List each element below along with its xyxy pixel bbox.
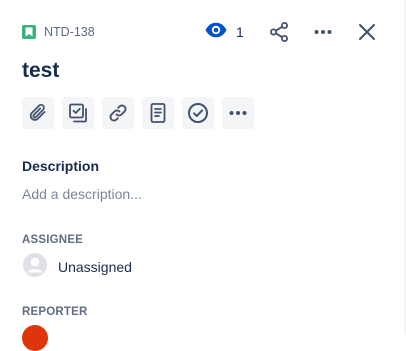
close-icon bbox=[359, 24, 375, 40]
more-horizontal-icon bbox=[229, 111, 247, 115]
more-apps-button[interactable] bbox=[222, 97, 254, 129]
assignee-field[interactable]: Unassigned bbox=[22, 252, 132, 283]
default-avatar-icon bbox=[23, 252, 47, 277]
story-icon bbox=[22, 25, 36, 39]
check-circle-icon bbox=[188, 103, 208, 123]
description-field[interactable]: Add a description... bbox=[22, 186, 222, 206]
attach-button[interactable] bbox=[22, 97, 54, 129]
issue-title[interactable]: test bbox=[22, 59, 59, 83]
avatar bbox=[22, 252, 48, 283]
share-button[interactable] bbox=[267, 20, 291, 44]
description-heading: Description bbox=[22, 158, 100, 174]
watch-count: 1 bbox=[236, 24, 244, 40]
document-icon bbox=[150, 103, 166, 123]
assignee-label: ASSIGNEE bbox=[22, 234, 84, 246]
issue-header: NTD-138 1 bbox=[22, 18, 406, 46]
link-issue-button[interactable] bbox=[102, 97, 134, 129]
subtask-icon bbox=[69, 103, 87, 123]
more-actions-button[interactable] bbox=[311, 20, 335, 44]
child-issue-button[interactable] bbox=[62, 97, 94, 129]
reporter-avatar[interactable] bbox=[22, 325, 48, 351]
checklist-button[interactable] bbox=[182, 97, 214, 129]
issue-key: NTD-138 bbox=[44, 25, 95, 39]
quick-actions bbox=[22, 97, 254, 129]
issue-key-link[interactable]: NTD-138 bbox=[22, 23, 95, 41]
paperclip-icon bbox=[29, 104, 46, 121]
share-icon bbox=[270, 22, 288, 42]
link-icon bbox=[109, 104, 127, 122]
add-page-button[interactable] bbox=[142, 97, 174, 129]
close-button[interactable] bbox=[355, 20, 379, 44]
reporter-label: REPORTER bbox=[22, 306, 88, 318]
assignee-name: Unassigned bbox=[58, 259, 132, 275]
eye-icon bbox=[204, 18, 228, 47]
watch-button[interactable]: 1 bbox=[204, 20, 244, 44]
more-horizontal-icon bbox=[314, 30, 332, 34]
